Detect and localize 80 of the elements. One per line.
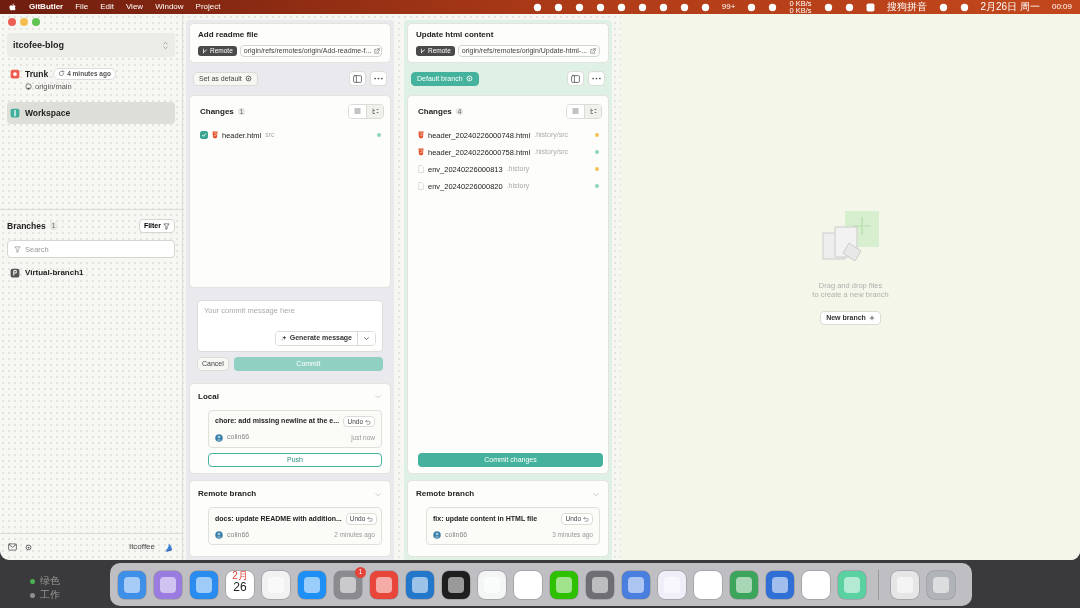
html-file-icon xyxy=(418,148,424,157)
list-view-toggle[interactable] xyxy=(349,105,366,118)
menu-item[interactable]: Project xyxy=(195,2,221,12)
menu-item[interactable]: Edit xyxy=(100,2,114,12)
avatar-icon xyxy=(215,433,223,442)
plus-icon xyxy=(868,315,875,321)
menubar-date[interactable]: 2月26日 周一 xyxy=(980,2,1040,12)
tag-label[interactable]: 绿色 xyxy=(40,576,60,586)
user-name: Itcoffee xyxy=(128,542,155,552)
refresh-icon xyxy=(58,70,66,78)
section-title: Branches xyxy=(7,221,46,232)
more-icon xyxy=(374,77,383,81)
menu-item[interactable]: View xyxy=(125,2,144,12)
undo-icon xyxy=(365,418,371,425)
branch-icon xyxy=(202,47,208,54)
check-icon xyxy=(201,132,207,139)
zoom-button[interactable] xyxy=(32,18,40,26)
sparkle-icon xyxy=(280,335,287,342)
trunk-icon xyxy=(10,68,20,79)
section-title: Remote branch xyxy=(198,489,257,499)
app-name[interactable]: GitButler xyxy=(29,2,64,12)
chevron-updown-icon xyxy=(162,40,169,50)
menu-item[interactable]: File xyxy=(75,2,89,12)
external-link-icon xyxy=(590,47,597,54)
tag-label[interactable]: 工作 xyxy=(40,590,60,600)
funnel-icon xyxy=(14,245,21,253)
nav-label: Trunk xyxy=(25,68,49,79)
avatar-icon xyxy=(215,530,223,539)
minimize-button[interactable] xyxy=(20,18,28,26)
tree-view-icon xyxy=(589,108,597,115)
section-title: Remote branch xyxy=(416,489,475,499)
html-file-icon xyxy=(418,131,424,140)
branch-title[interactable]: Add readme file xyxy=(198,30,382,40)
gear-icon xyxy=(25,543,32,551)
more-icon xyxy=(592,77,601,81)
input-method-label[interactable]: 搜狗拼音 xyxy=(886,2,927,12)
apple-icon xyxy=(8,2,17,12)
list-view-icon xyxy=(354,108,361,115)
external-link-icon xyxy=(374,47,381,54)
section-title: Local xyxy=(198,392,219,402)
branch-title[interactable]: Update html content xyxy=(416,30,600,40)
gear-icon xyxy=(465,75,473,83)
panel-layout-icon xyxy=(571,75,580,83)
branch-icon xyxy=(420,47,426,54)
gear-icon xyxy=(244,75,252,83)
chevron-down-icon xyxy=(374,491,382,497)
html-file-icon xyxy=(212,131,218,140)
more-button[interactable] xyxy=(370,71,387,87)
layout-button[interactable] xyxy=(349,71,366,87)
nav-label: Workspace xyxy=(25,107,71,118)
close-button[interactable] xyxy=(8,18,16,26)
section-title: Changes xyxy=(200,106,234,117)
caret-down-icon xyxy=(363,335,370,341)
menubar-time[interactable]: 00:09 xyxy=(1051,2,1072,12)
menu-item[interactable]: Window xyxy=(155,2,184,12)
project-selector[interactable]: itcofee-blog xyxy=(7,33,175,57)
funnel-icon xyxy=(163,222,170,230)
tree-view-toggle[interactable] xyxy=(584,105,601,118)
chevron-down-icon xyxy=(374,394,382,400)
notification-count: 99+ xyxy=(721,2,736,12)
panel-layout-icon xyxy=(353,75,362,83)
list-view-icon xyxy=(572,108,579,115)
calendar-icon[interactable]: 2月 26 xyxy=(226,570,254,599)
section-title: Changes xyxy=(418,106,452,117)
layout-button[interactable] xyxy=(567,71,584,87)
undo-icon xyxy=(367,515,374,522)
file-checkbox[interactable] xyxy=(200,131,208,140)
dropdown-button[interactable] xyxy=(357,332,375,345)
list-view-toggle[interactable] xyxy=(567,105,584,118)
mail-icon xyxy=(8,543,17,551)
more-button[interactable] xyxy=(588,71,605,87)
avatar-icon xyxy=(433,530,441,539)
chevron-down-icon xyxy=(592,491,600,497)
undo-icon xyxy=(583,515,589,522)
branch-item[interactable]: Virtual-branch1 xyxy=(7,258,175,279)
branch-icon xyxy=(10,268,20,279)
tree-view-toggle[interactable] xyxy=(366,105,383,118)
workspace-icon xyxy=(10,107,20,118)
tree-view-icon xyxy=(371,108,379,115)
sidebar-nav-item[interactable]: Workspace xyxy=(7,101,175,124)
